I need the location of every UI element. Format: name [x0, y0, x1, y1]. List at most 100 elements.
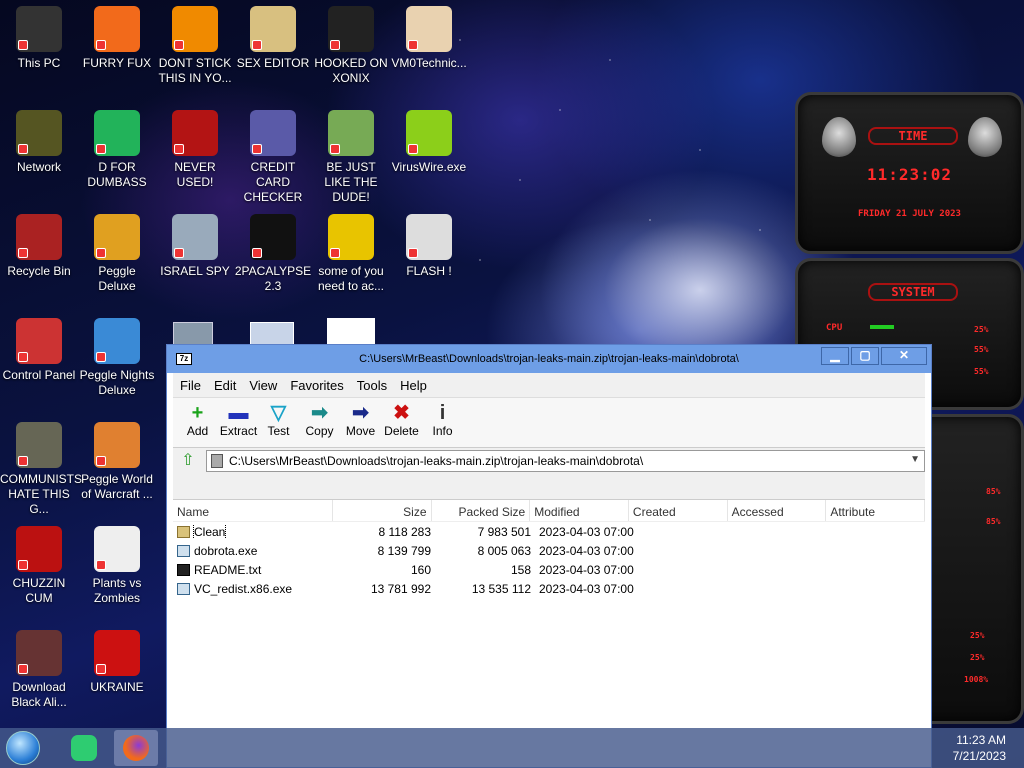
peggle-wow-icon [94, 422, 140, 468]
alien-head-icon [968, 117, 1002, 157]
info-button[interactable]: i Info [422, 398, 463, 447]
desktop-icon[interactable]: VirusWire.exe [390, 110, 468, 175]
desktop-icon-label: 2PACALYPSE 2.3 [234, 264, 312, 293]
plants-icon [94, 526, 140, 572]
test-icon: ▽ [270, 402, 287, 424]
desktop-icon[interactable]: HOOKED ON XONIX [312, 6, 390, 86]
gadget-value: 85% [986, 487, 1001, 496]
column-header-size[interactable]: Size [333, 500, 432, 521]
desktop-icon[interactable]: FURRY FUX [78, 6, 156, 71]
shortcut-arrow-icon [96, 248, 106, 258]
close-button[interactable]: ✕ [881, 347, 927, 365]
desktop-icon[interactable]: BE JUST LIKE THE DUDE! [312, 110, 390, 205]
column-header-attribute[interactable]: Attribute [826, 500, 926, 521]
desktop-icon[interactable]: FLASH ! [390, 214, 468, 279]
exe-icon [177, 582, 190, 595]
shortcut-arrow-icon [408, 248, 418, 258]
xonix-icon [328, 6, 374, 52]
desktop-icon[interactable]: CREDIT CARD CHECKER [234, 110, 312, 205]
desktop-icon[interactable]: NEVER USED! [156, 110, 234, 190]
file-row[interactable]: dobrota.exe 8 139 799 8 005 063 2023-04-03 … [173, 541, 925, 560]
clock-date: 7/21/2023 [952, 749, 1006, 763]
clock-gadget[interactable]: TIME 11:23:02 FRIDAY 21 JULY 2023 [795, 92, 1024, 254]
desktop-icon-label: D FOR DUMBASS [87, 160, 147, 189]
taskbar-firefox[interactable] [114, 730, 158, 766]
column-header-packed-size[interactable]: Packed Size [432, 500, 531, 521]
column-header-created[interactable]: Created [629, 500, 728, 521]
shortcut-arrow-icon [408, 144, 418, 154]
test-button[interactable]: ▽ Test [258, 398, 299, 447]
desktop-icon[interactable]: COMMUNISTS HATE THIS G... [0, 422, 82, 517]
desktop-icon[interactable]: Recycle Bin [0, 214, 78, 279]
file-name-cell: Clean [173, 524, 335, 539]
taskbar-chat-app[interactable] [62, 730, 106, 766]
desktop-icon[interactable]: VM0Technic... [390, 6, 468, 71]
desktop-icon[interactable]: 2PACALYPSE 2.3 [234, 214, 312, 294]
add-button[interactable]: + Add [177, 398, 218, 447]
menu-view[interactable]: View [249, 378, 277, 393]
desktop-icon[interactable]: some of you need to ac... [312, 214, 390, 294]
desktop-icon[interactable]: CHUZZIN CUM [0, 526, 78, 606]
menu-favorites[interactable]: Favorites [290, 378, 343, 393]
desktop-icon[interactable]: This PC [0, 6, 78, 71]
gadget-date: FRIDAY 21 JULY 2023 [858, 209, 961, 219]
desktop-icon-partial[interactable] [327, 318, 375, 346]
shortcut-arrow-icon [408, 40, 418, 50]
desktop-icon-partial[interactable] [173, 322, 213, 346]
menu-edit[interactable]: Edit [214, 378, 236, 393]
desktop-icon[interactable]: DONT STICK THIS IN YO... [156, 6, 234, 86]
file-size-cell: 8 139 799 [377, 543, 431, 558]
system-clock[interactable]: 11:23 AM 7/21/2023 [953, 732, 1006, 764]
maximize-button[interactable]: ▢ [851, 347, 879, 365]
desktop-icon[interactable]: Peggle World of Warcraft ... [78, 422, 156, 502]
file-modified-cell: 2023-04-03 07:00 [539, 524, 634, 539]
file-size-cell: 8 118 283 [378, 524, 432, 539]
desktop-icon[interactable]: SEX EDITOR [234, 6, 312, 71]
toolbar-button-label: Delete [384, 424, 419, 438]
desktop-icon[interactable]: Peggle Deluxe [78, 214, 156, 294]
gadget-time: 11:23:02 [866, 165, 953, 184]
desktop-icon[interactable]: Control Panel [0, 318, 78, 383]
desktop-icon[interactable]: UKRAINE [78, 630, 156, 695]
pc-icon [16, 6, 62, 52]
menu-tools[interactable]: Tools [357, 378, 387, 393]
column-header-name[interactable]: Name [173, 500, 333, 521]
delete-button[interactable]: ✖ Delete [381, 398, 422, 447]
file-row[interactable]: Clean 8 118 283 7 983 501 2023-04-03 07:00 [173, 522, 925, 541]
7zip-file-manager-window[interactable]: 7z C:\Users\MrBeast\Downloads\trojan-lea… [166, 344, 932, 768]
column-header-modified[interactable]: Modified [530, 500, 629, 521]
menu-help[interactable]: Help [400, 378, 427, 393]
desktop-icon-label: Network [16, 160, 61, 174]
file-rows: Clean 8 118 283 7 983 501 2023-04-03 07:00 d… [173, 522, 925, 598]
desktop-icon[interactable]: ISRAEL SPY [156, 214, 234, 279]
title-bar[interactable]: 7z C:\Users\MrBeast\Downloads\trojan-lea… [167, 345, 931, 373]
column-headers: Name Size Packed Size Modified Created A… [173, 500, 926, 522]
spy-icon [172, 214, 218, 260]
money-bag-icon [16, 422, 62, 468]
move-button[interactable]: ➡ Move [340, 398, 381, 447]
chat-icon [94, 110, 140, 156]
desktop-icon-label: CHUZZIN CUM [12, 576, 66, 605]
up-folder-icon[interactable]: ⇧ [176, 450, 200, 472]
desktop-icon-partial[interactable] [250, 322, 294, 346]
chevron-down-icon[interactable]: ▼ [910, 454, 920, 465]
desktop-icon-label: FURRY FUX [82, 56, 152, 70]
address-input[interactable]: C:\Users\MrBeast\Downloads\trojan-leaks-… [206, 449, 925, 472]
desktop-icon[interactable]: Network [0, 110, 78, 175]
credit-card-icon [250, 110, 296, 156]
minimize-button[interactable]: ▁ [821, 347, 849, 365]
menu-file[interactable]: File [180, 378, 201, 393]
copy-button[interactable]: ➡ Copy [299, 398, 340, 447]
extract-button[interactable]: ▬ Extract [218, 398, 259, 447]
file-row[interactable]: README.txt 160 158 2023-04-03 07:00 [173, 560, 925, 579]
desktop-icon[interactable]: D FOR DUMBASS [78, 110, 156, 190]
desktop-icon[interactable]: Peggle Nights Deluxe [78, 318, 156, 398]
start-button[interactable] [6, 731, 40, 765]
exe-icon [177, 544, 190, 557]
shortcut-arrow-icon [18, 40, 28, 50]
shortcut-arrow-icon [174, 144, 184, 154]
file-row[interactable]: VC_redist.x86.exe 13 781 992 13 535 112 202… [173, 579, 925, 598]
desktop-icon[interactable]: Plants vs Zombies [78, 526, 156, 606]
desktop-icon[interactable]: Download Black Ali... [0, 630, 78, 710]
column-header-accessed[interactable]: Accessed [728, 500, 827, 521]
